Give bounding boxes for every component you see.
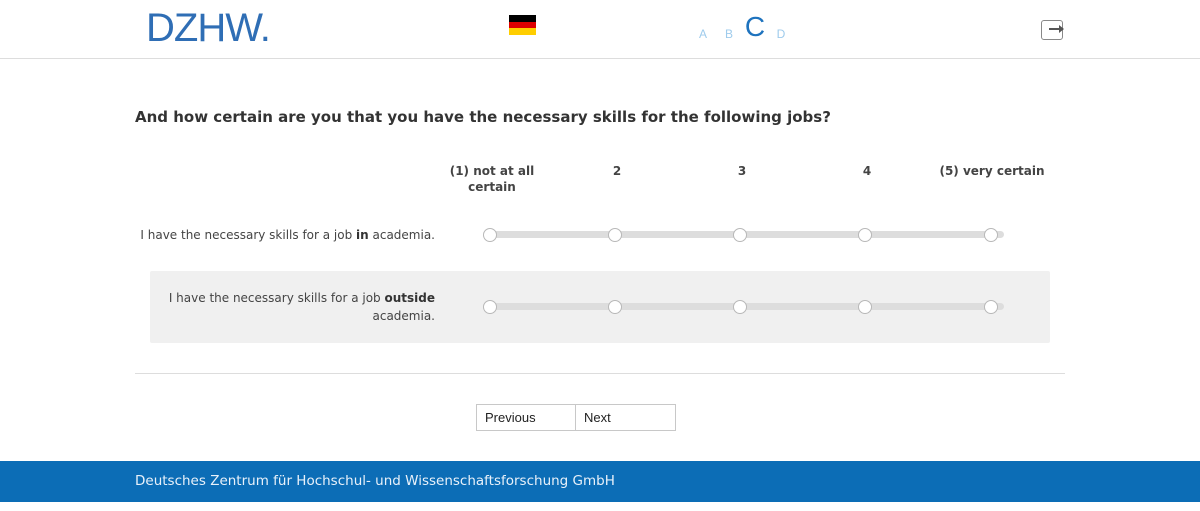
- radio-academia-4[interactable]: [858, 228, 872, 242]
- next-button[interactable]: Next: [576, 404, 676, 431]
- font-size-c[interactable]: C: [742, 10, 768, 44]
- item-row-academia: I have the necessary skills for a job in…: [140, 216, 1050, 254]
- scale-track: [490, 231, 1004, 238]
- scale-label-4: 4: [862, 164, 872, 178]
- divider: [135, 373, 1065, 374]
- footer-text: Deutsches Zentrum für Hochschul- und Wis…: [135, 473, 615, 489]
- scale-track: [490, 303, 1004, 310]
- item-label-academia: I have the necessary skills for a job in…: [140, 228, 435, 242]
- font-size-b[interactable]: B: [716, 24, 742, 44]
- previous-button[interactable]: Previous: [476, 404, 576, 431]
- scale-label-1: (1) not at all certain: [449, 164, 535, 194]
- question-text: And how certain are you that you have th…: [135, 108, 831, 126]
- logout-icon[interactable]: [1041, 20, 1064, 40]
- dzhw-logo[interactable]: DZHW.: [146, 6, 271, 50]
- radio-academia-3[interactable]: [733, 228, 747, 242]
- header: DZHW. A B C D: [0, 0, 1200, 59]
- radio-outside-5[interactable]: [984, 300, 998, 314]
- item-row-outside-academia: I have the necessary skills for a job ou…: [150, 271, 1050, 343]
- radio-academia-1[interactable]: [483, 228, 497, 242]
- font-size-selector: A B C D: [690, 10, 794, 44]
- german-flag-icon[interactable]: [509, 15, 536, 35]
- scale-label-2: 2: [612, 164, 622, 178]
- radio-academia-2[interactable]: [608, 228, 622, 242]
- radio-outside-3[interactable]: [733, 300, 747, 314]
- radio-outside-1[interactable]: [483, 300, 497, 314]
- font-size-a[interactable]: A: [690, 24, 716, 44]
- scale-label-5: (5) very certain: [939, 164, 1045, 178]
- radio-academia-5[interactable]: [984, 228, 998, 242]
- item-label-outside-academia: I have the necessary skills for a job ou…: [168, 291, 435, 323]
- radio-outside-2[interactable]: [608, 300, 622, 314]
- font-size-d[interactable]: D: [768, 24, 794, 44]
- navigation-buttons: Previous Next: [476, 404, 676, 431]
- radio-outside-4[interactable]: [858, 300, 872, 314]
- scale-label-3: 3: [737, 164, 747, 178]
- footer: Deutsches Zentrum für Hochschul- und Wis…: [0, 461, 1200, 502]
